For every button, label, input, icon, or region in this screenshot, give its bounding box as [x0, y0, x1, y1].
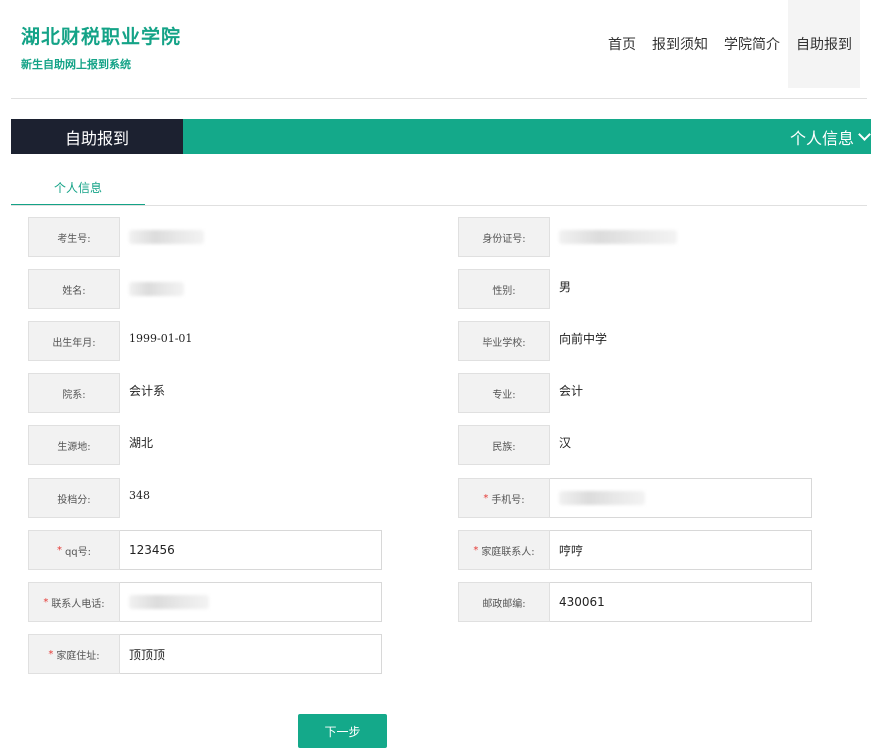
field-value: 向前中学 — [559, 331, 608, 346]
field-value-redacted — [550, 217, 677, 257]
field-value-redacted — [120, 217, 204, 257]
field-label: * qq号: — [28, 530, 120, 570]
field-department: 院系: 会计系 — [28, 373, 165, 413]
field-value: 1999-01-01 — [129, 331, 193, 345]
required-mark: * — [473, 544, 479, 556]
brand-subtitle: 新生自助网上报到系统 — [21, 58, 131, 71]
field-label-text: 手机号: — [491, 494, 525, 506]
field-label: 民族: — [458, 425, 550, 465]
address-input[interactable]: 顶顶顶 — [120, 634, 382, 674]
field-major: 专业: 会计 — [458, 373, 583, 413]
field-value: 会计 — [559, 383, 584, 398]
field-label: * 手机号: — [458, 478, 550, 518]
field-origin: 生源地: 湖北 — [28, 425, 153, 465]
field-school: 毕业学校: 向前中学 — [458, 321, 607, 361]
nav-item-notice[interactable]: 报到须知 — [644, 0, 716, 88]
field-qq: * qq号: 123456 — [28, 530, 382, 570]
field-family-contact: * 家庭联系人: 哼哼 — [458, 530, 812, 570]
field-label: 性别: — [458, 269, 550, 309]
field-label: 出生年月: — [28, 321, 120, 361]
field-label: 身份证号: — [458, 217, 550, 257]
banner-title: 自助报到 — [11, 119, 183, 154]
field-label: * 联系人电话: — [28, 582, 120, 622]
field-birth: 出生年月: 1999-01-01 — [28, 321, 192, 361]
field-label: 姓名: — [28, 269, 120, 309]
field-label: 考生号: — [28, 217, 120, 257]
qq-input[interactable]: 123456 — [120, 530, 382, 570]
required-mark: * — [483, 492, 489, 504]
family-contact-input[interactable]: 哼哼 — [550, 530, 812, 570]
field-label: 院系: — [28, 373, 120, 413]
field-value: 男 — [559, 279, 572, 294]
field-label: 毕业学校: — [458, 321, 550, 361]
required-mark: * — [43, 596, 49, 608]
section-banner: 自助报到 个人信息 — [11, 119, 871, 154]
top-nav: 首页 报到须知 学院简介 自助报到 — [600, 0, 860, 88]
chevron-down-icon — [858, 127, 871, 141]
field-value: 348 — [129, 488, 150, 502]
banner-dropdown[interactable]: 个人信息 — [789, 119, 871, 154]
next-step-button[interactable]: 下一步 — [298, 714, 387, 748]
nav-item-self-register[interactable]: 自助报到 — [788, 0, 860, 88]
field-id-no: 身份证号: — [458, 217, 677, 257]
banner-dropdown-label: 个人信息 — [789, 128, 854, 148]
header-divider — [11, 98, 867, 99]
field-label: 生源地: — [28, 425, 120, 465]
contact-phone-input[interactable] — [120, 582, 382, 622]
field-label: 投档分: — [28, 478, 120, 518]
field-label-text: 家庭联系人: — [481, 546, 535, 558]
field-label-text: 家庭住址: — [56, 650, 100, 662]
field-name: 姓名: — [28, 269, 184, 309]
field-label-text: 联系人电话: — [51, 598, 105, 610]
field-phone: * 手机号: — [458, 478, 812, 518]
tab-personal-info[interactable]: 个人信息 — [11, 170, 145, 206]
field-postcode: 邮政邮编: 430061 — [458, 582, 812, 622]
field-label: 专业: — [458, 373, 550, 413]
phone-input[interactable] — [550, 478, 812, 518]
field-label: 邮政邮编: — [458, 582, 550, 622]
field-contact-phone: * 联系人电话: — [28, 582, 382, 622]
postcode-input[interactable]: 430061 — [550, 582, 812, 622]
field-ethnicity: 民族: 汉 — [458, 425, 571, 465]
tab-divider — [11, 205, 867, 206]
field-exam-no: 考生号: — [28, 217, 204, 257]
nav-item-intro[interactable]: 学院简介 — [716, 0, 788, 88]
field-value-redacted — [120, 269, 184, 309]
field-value: 湖北 — [129, 435, 154, 450]
field-value: 汉 — [559, 435, 572, 450]
nav-item-home[interactable]: 首页 — [600, 0, 644, 88]
field-address: * 家庭住址: 顶顶顶 — [28, 634, 382, 674]
required-mark: * — [48, 648, 54, 660]
field-label: * 家庭住址: — [28, 634, 120, 674]
field-value: 会计系 — [129, 383, 166, 398]
required-mark: * — [56, 544, 62, 556]
field-label-text: qq号: — [64, 546, 92, 558]
field-score: 投档分: 348 — [28, 478, 150, 518]
field-gender: 性别: 男 — [458, 269, 571, 309]
field-label: * 家庭联系人: — [458, 530, 550, 570]
brand-title: 湖北财税职业学院 — [21, 26, 182, 48]
